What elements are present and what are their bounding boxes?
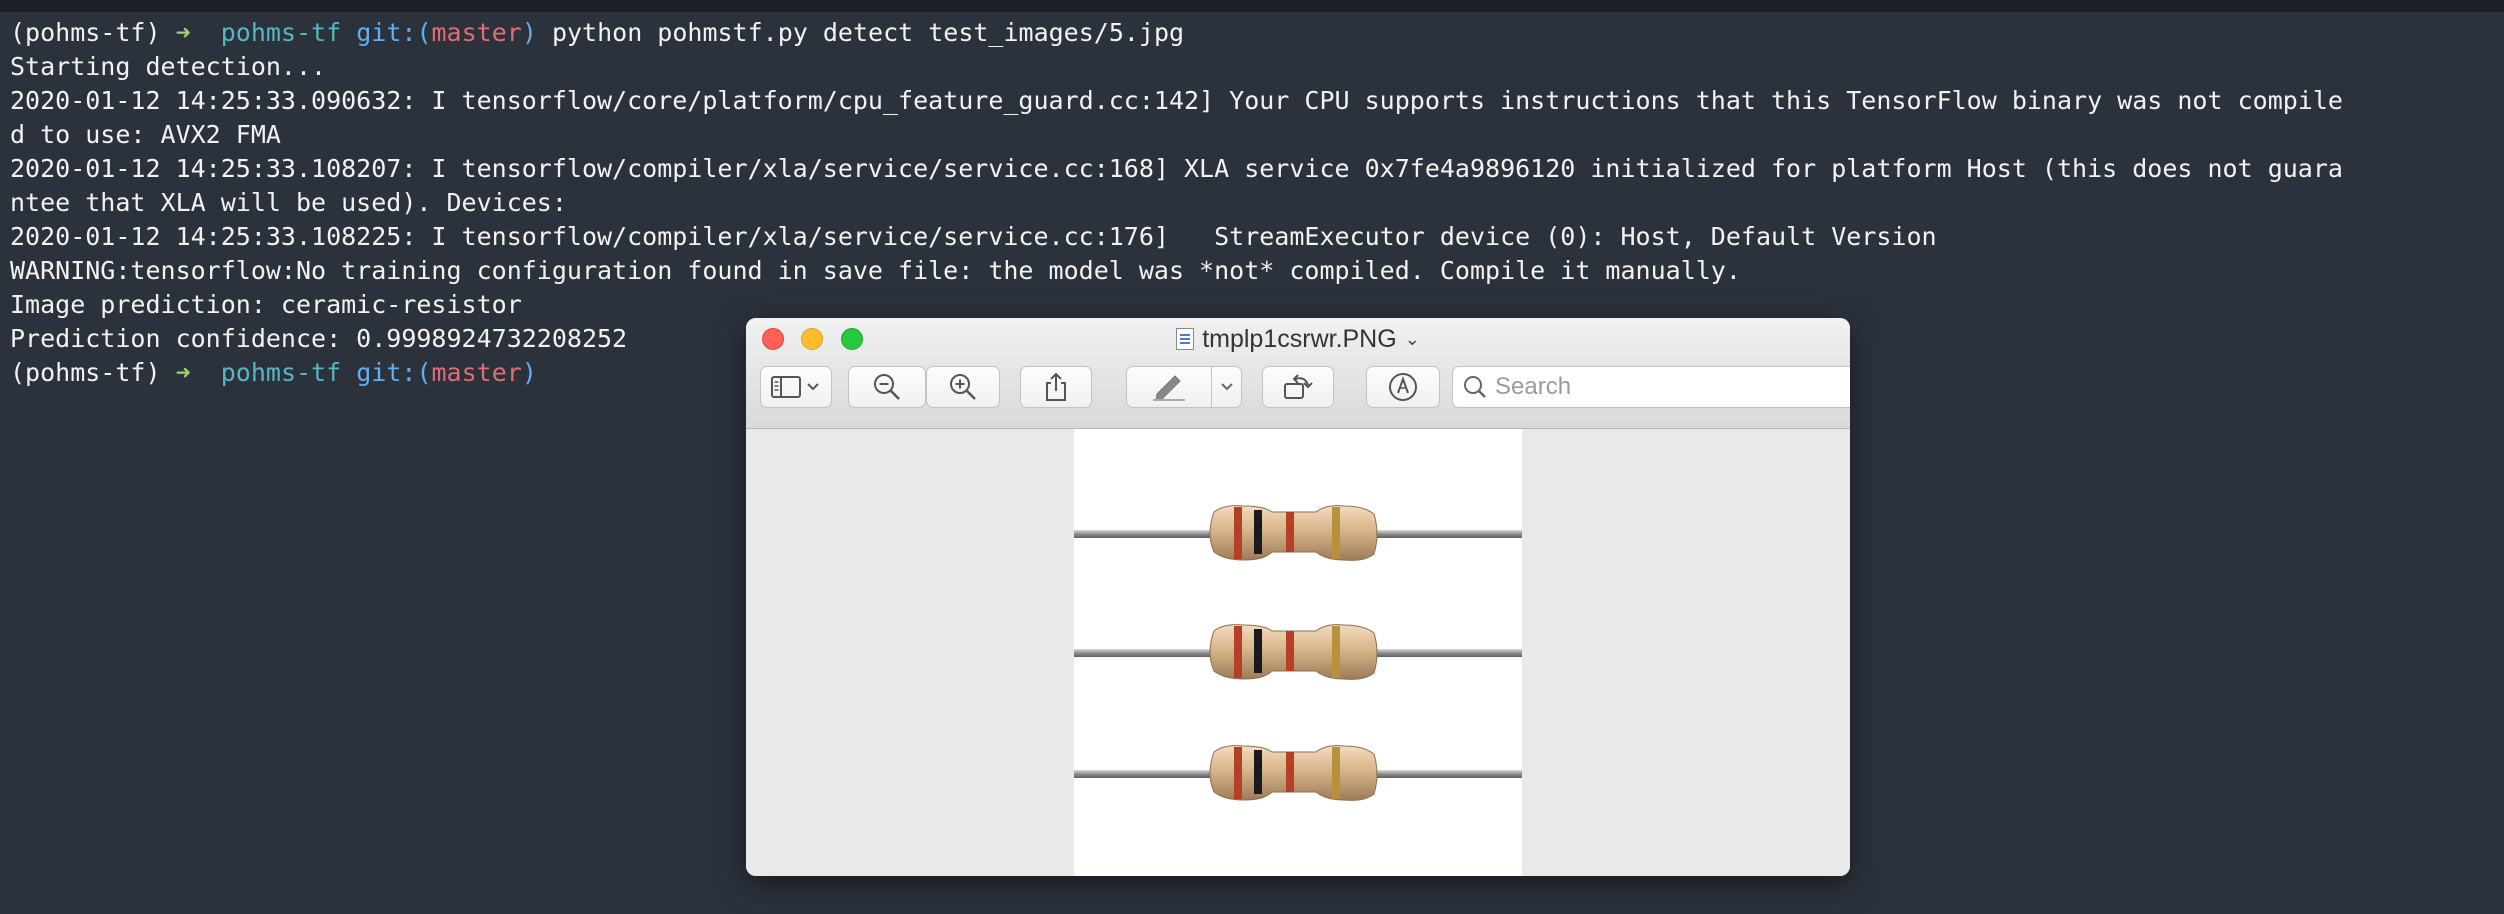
annotate-button[interactable] (1366, 366, 1440, 408)
zoom-out-icon (874, 374, 900, 400)
prompt-git-close: ) (521, 18, 537, 47)
prompt-git-close: ) (521, 358, 537, 387)
markup-menu-button[interactable] (1212, 366, 1242, 408)
search-icon (1464, 376, 1486, 398)
share-icon (1046, 372, 1066, 401)
preview-titlebar[interactable]: tmplp1csrwr.PNG ⌄ (746, 318, 1850, 429)
output-line: ntee that XLA will be used). Devices: (10, 188, 567, 217)
markup-circle-icon (1389, 373, 1417, 401)
command-text: python pohmstf.py detect test_images/5.j… (551, 18, 1185, 47)
prompt-arrow: ➜ (175, 358, 191, 387)
terminal-top-bar (0, 0, 2504, 12)
prompt-dir: pohms-tf (220, 18, 342, 47)
prompt-env: (pohms-tf) (10, 18, 161, 47)
chevron-down-icon (1220, 383, 1233, 391)
window-title[interactable]: tmplp1csrwr.PNG ⌄ (746, 324, 1850, 354)
output-line: d to use: AVX2 FMA (10, 120, 281, 149)
prompt-line: (pohms-tf) ➜ pohms-tf git:(master) pytho… (10, 16, 2500, 50)
zoom-in-button[interactable] (926, 366, 1000, 408)
prompt-env: (pohms-tf) (10, 358, 161, 387)
resistor-photo-icon (1073, 505, 1523, 801)
zoom-in-icon (950, 374, 976, 400)
png-document-icon (1176, 328, 1195, 350)
search-input[interactable] (1493, 367, 1850, 407)
output-line: 2020-01-12 14:25:33.108225: I tensorflow… (10, 222, 1937, 251)
prompt-branch: master (431, 18, 522, 47)
prompt-dir: pohms-tf (220, 358, 342, 387)
prompt-git: git:( (356, 358, 432, 387)
output-line: WARNING:tensorflow:No training configura… (10, 256, 1741, 285)
preview-window: tmplp1csrwr.PNG ⌄ (746, 318, 1850, 876)
sidebar-toggle-button[interactable] (760, 366, 832, 408)
output-line: Starting detection... (10, 52, 327, 81)
sidebar-icon (771, 376, 819, 398)
output-line: 2020-01-12 14:25:33.108207: I tensorflow… (10, 154, 2343, 183)
rotate-icon (1284, 374, 1313, 399)
zoom-out-button[interactable] (848, 366, 926, 408)
window-title-text: tmplp1csrwr.PNG (1202, 324, 1397, 353)
prompt-branch: master (431, 358, 522, 387)
preview-content (746, 429, 1850, 876)
share-button[interactable] (1020, 366, 1092, 408)
chevron-down-icon: ⌄ (1404, 328, 1420, 349)
pen-icon (1153, 375, 1185, 401)
output-line: 2020-01-12 14:25:33.090632: I tensorflow… (10, 86, 2343, 115)
rotate-button[interactable] (1262, 366, 1334, 408)
search-field[interactable] (1452, 366, 1850, 408)
prompt-arrow: ➜ (175, 18, 191, 47)
output-line: Image prediction: ceramic-resistor (10, 290, 522, 319)
markup-button[interactable] (1126, 366, 1212, 408)
resistor-image[interactable] (1073, 429, 1523, 876)
prompt-git: git:( (356, 18, 432, 47)
